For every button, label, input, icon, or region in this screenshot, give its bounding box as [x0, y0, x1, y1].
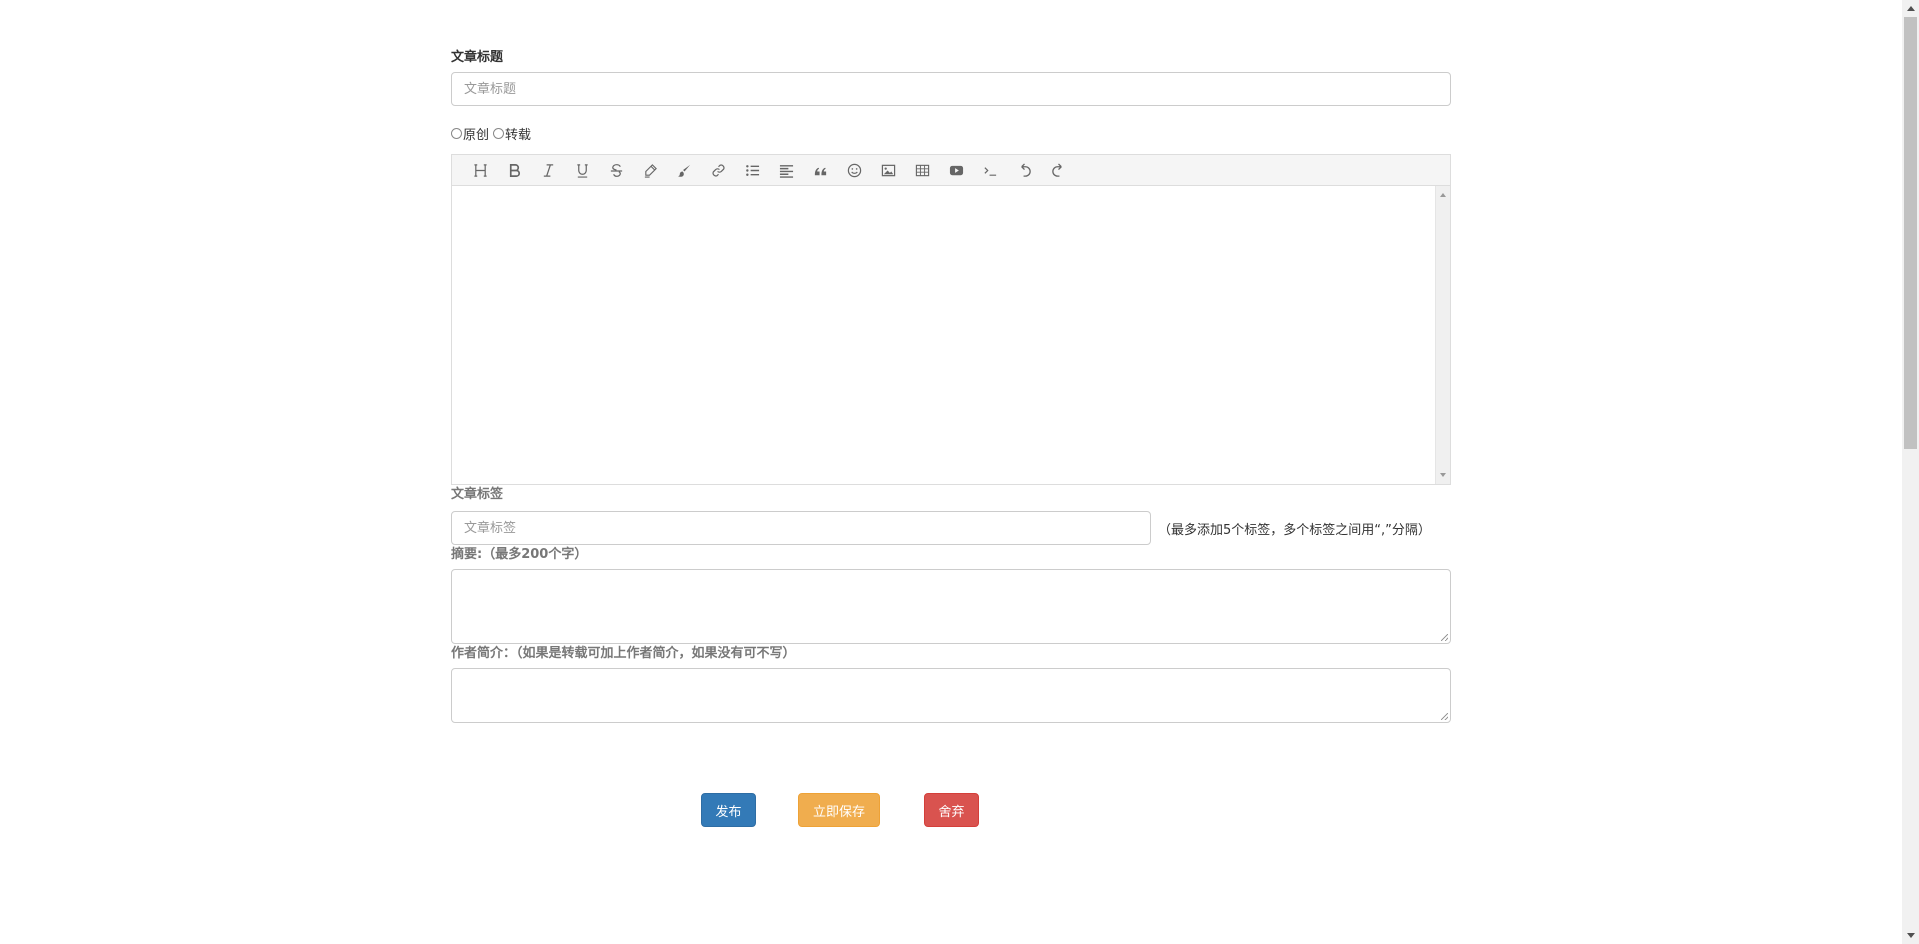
blockquote-icon[interactable]: [803, 155, 837, 185]
resize-grip-icon[interactable]: [1441, 634, 1448, 641]
discard-button[interactable]: 舍弃: [924, 793, 979, 827]
summary-label: 摘要:（最多200个字）: [451, 547, 588, 562]
editor-text-area[interactable]: [452, 186, 1450, 484]
resize-grip-icon[interactable]: [1441, 713, 1448, 720]
underline-icon[interactable]: [565, 155, 599, 185]
page-scroll-thumb[interactable]: [1904, 17, 1917, 449]
page: 文章标题 原创 转载: [0, 0, 1919, 944]
radio-reprint[interactable]: [493, 127, 505, 139]
bold-icon[interactable]: [497, 155, 531, 185]
title-input[interactable]: [451, 72, 1451, 106]
redo-icon[interactable]: [1041, 155, 1075, 185]
markdown-editor: [451, 154, 1451, 485]
title-label: 文章标题: [451, 50, 504, 65]
paintbrush-icon[interactable]: [667, 155, 701, 185]
tags-input[interactable]: [451, 511, 1151, 545]
strikethrough-icon[interactable]: [599, 155, 633, 185]
heading-icon[interactable]: [463, 155, 497, 185]
scroll-up-arrow-icon[interactable]: [1440, 193, 1446, 197]
article-type-radio-group: 原创 转载: [451, 124, 535, 143]
video-icon[interactable]: [939, 155, 973, 185]
italic-icon[interactable]: [531, 155, 565, 185]
radio-original[interactable]: [451, 127, 462, 139]
page-scrollbar[interactable]: [1902, 0, 1919, 944]
page-scroll-up-icon[interactable]: [1907, 6, 1915, 11]
editor-toolbar: [452, 155, 1450, 186]
editor-scrollbar[interactable]: [1435, 186, 1450, 484]
image-icon[interactable]: [871, 155, 905, 185]
highlighter-icon[interactable]: [633, 155, 667, 185]
bulleted-list-icon[interactable]: [735, 155, 769, 185]
radio-original-label[interactable]: 原创: [463, 124, 489, 143]
link-icon[interactable]: [701, 155, 735, 185]
author-intro-label: 作者简介：（如果是转载可加上作者简介，如果没有可不写）: [451, 646, 796, 661]
tags-hint: （最多添加5个标签，多个标签之间用“,”分隔）: [1158, 523, 1431, 538]
align-left-icon[interactable]: [769, 155, 803, 185]
scroll-down-arrow-icon[interactable]: [1440, 473, 1446, 477]
tags-label: 文章标签: [451, 487, 504, 502]
save-button[interactable]: 立即保存: [798, 793, 880, 827]
publish-button[interactable]: 发布: [701, 793, 756, 827]
summary-textarea[interactable]: [451, 569, 1451, 644]
author-intro-textarea[interactable]: [451, 668, 1451, 723]
radio-reprint-label[interactable]: 转载: [505, 124, 531, 143]
code-icon[interactable]: [973, 155, 1007, 185]
emoji-icon[interactable]: [837, 155, 871, 185]
page-scroll-down-icon[interactable]: [1907, 933, 1915, 938]
undo-icon[interactable]: [1007, 155, 1041, 185]
table-icon[interactable]: [905, 155, 939, 185]
